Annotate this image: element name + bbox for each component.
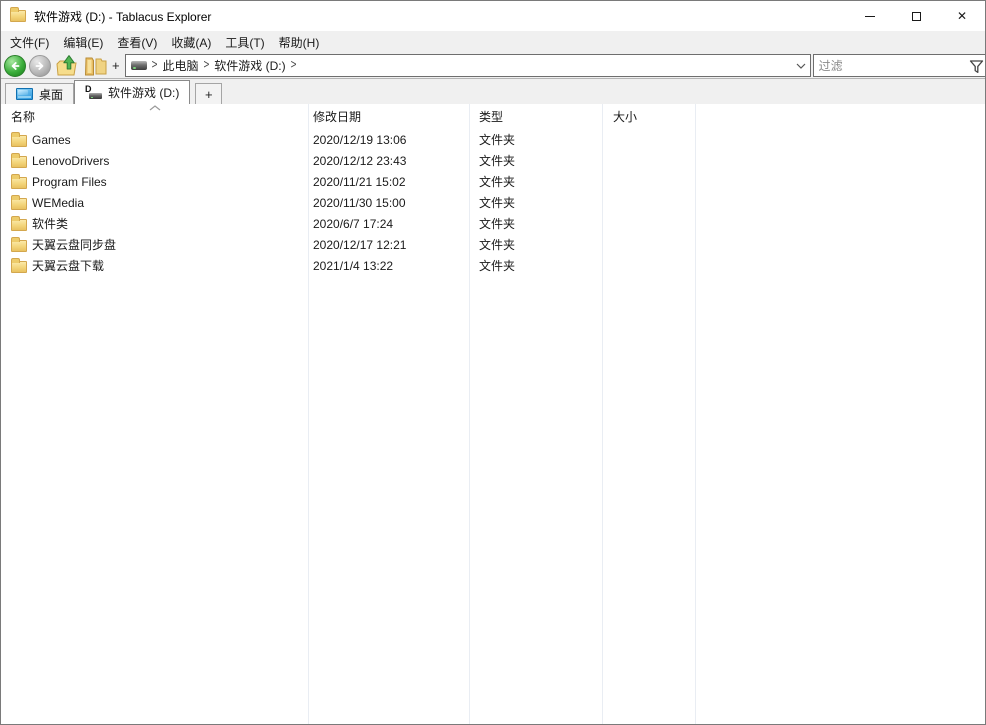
filter-funnel-icon	[969, 60, 984, 74]
filter-input[interactable]	[814, 55, 986, 76]
file-name-cell[interactable]: WEMedia	[11, 192, 84, 213]
column-header-size[interactable]: 大小	[613, 104, 637, 129]
file-type: 文件夹	[479, 192, 515, 213]
file-modified-date: 2020/12/17 12:21	[313, 234, 406, 255]
file-name: 天翼云盘下载	[32, 257, 104, 274]
file-rows: Games 2020/12/19 13:06 文件夹 LenovoDrivers…	[1, 129, 985, 276]
tab-desktop-label: 桌面	[39, 86, 63, 103]
menu-item-favorites[interactable]: 收藏(A)	[164, 31, 218, 54]
chevron-down-icon[interactable]	[796, 63, 806, 69]
toolbar-add-button[interactable]: +	[112, 58, 120, 73]
file-type: 文件夹	[479, 129, 515, 150]
arrow-left-icon	[8, 59, 22, 73]
file-modified-date: 2020/12/12 23:43	[313, 150, 406, 171]
breadcrumb-separator: >	[291, 59, 297, 73]
title-bar: 软件游戏 (D:) - Tablacus Explorer ✕	[1, 1, 985, 31]
folder-icon	[11, 261, 27, 273]
maximize-button[interactable]	[893, 1, 939, 31]
file-name: 天翼云盘同步盘	[32, 236, 116, 253]
arrow-right-icon	[33, 59, 47, 73]
folders-icon	[83, 55, 108, 77]
menu-item-file[interactable]: 文件(F)	[3, 31, 56, 54]
file-type: 文件夹	[479, 171, 515, 192]
breadcrumb-segment[interactable]: 软件游戏 (D:)	[214, 57, 285, 74]
breadcrumb-segment[interactable]: 此电脑	[162, 57, 198, 74]
menu-item-view[interactable]: 查看(V)	[110, 31, 164, 54]
up-folder-button[interactable]	[55, 54, 79, 77]
folder-icon	[11, 198, 27, 210]
back-button[interactable]	[4, 55, 26, 77]
file-name: WEMedia	[32, 196, 84, 210]
table-row[interactable]: Games 2020/12/19 13:06 文件夹	[1, 129, 985, 150]
folder-icon	[11, 135, 27, 147]
file-modified-date: 2021/1/4 13:22	[313, 255, 393, 276]
folders-button[interactable]	[83, 55, 108, 77]
address-bar[interactable]: > 此电脑 > 软件游戏 (D:) >	[125, 54, 811, 77]
menu-item-tools[interactable]: 工具(T)	[218, 31, 271, 54]
tab-drive-d[interactable]: D 软件游戏 (D:)	[74, 80, 190, 104]
file-modified-date: 2020/6/7 17:24	[313, 213, 393, 234]
breadcrumb: > 此电脑 > 软件游戏 (D:) >	[147, 57, 302, 74]
file-modified-date: 2020/11/30 15:00	[313, 192, 406, 213]
new-tab-button[interactable]: +	[195, 83, 222, 104]
breadcrumb-separator: >	[203, 59, 209, 73]
tab-bar: 桌面 D 软件游戏 (D:) +	[1, 79, 985, 104]
file-name: 软件类	[32, 215, 68, 232]
file-name-cell[interactable]: 天翼云盘下载	[11, 255, 104, 276]
table-row[interactable]: WEMedia 2020/11/30 15:00 文件夹	[1, 192, 985, 213]
file-list: 名称 修改日期 类型 大小 Games 2020/12/19 13:06 文件夹…	[1, 104, 985, 724]
folder-icon	[11, 240, 27, 252]
tablacus-explorer-window: 软件游戏 (D:) - Tablacus Explorer ✕ 文件(F)编辑(…	[0, 0, 986, 725]
file-type: 文件夹	[479, 150, 515, 171]
column-header-modified[interactable]: 修改日期	[313, 104, 361, 129]
minimize-icon	[865, 16, 875, 17]
column-headers: 名称 修改日期 类型 大小	[1, 104, 985, 129]
column-header-name[interactable]: 名称	[11, 104, 35, 129]
file-type: 文件夹	[479, 255, 515, 276]
menu-item-help[interactable]: 帮助(H)	[272, 31, 327, 54]
file-modified-date: 2020/12/19 13:06	[313, 129, 406, 150]
file-name-cell[interactable]: 软件类	[11, 213, 68, 234]
column-header-type[interactable]: 类型	[479, 104, 503, 129]
table-row[interactable]: Program Files 2020/11/21 15:02 文件夹	[1, 171, 985, 192]
table-row[interactable]: 软件类 2020/6/7 17:24 文件夹	[1, 213, 985, 234]
menu-bar: 文件(F)编辑(E)查看(V)收藏(A)工具(T)帮助(H)	[1, 31, 985, 53]
table-row[interactable]: 天翼云盘同步盘 2020/12/17 12:21 文件夹	[1, 234, 985, 255]
window-title: 软件游戏 (D:) - Tablacus Explorer	[34, 8, 211, 25]
breadcrumb-separator: >	[152, 59, 158, 73]
maximize-icon	[912, 12, 921, 21]
folder-icon	[11, 219, 27, 231]
window-controls: ✕	[847, 1, 985, 31]
tab-drive-d-label: 软件游戏 (D:)	[108, 84, 179, 101]
drive-d-icon: D	[85, 86, 102, 100]
tab-desktop[interactable]: 桌面	[5, 83, 74, 104]
file-modified-date: 2020/11/21 15:02	[313, 171, 406, 192]
drive-icon	[131, 61, 147, 70]
folder-up-icon	[55, 54, 79, 77]
minimize-button[interactable]	[847, 1, 893, 31]
folder-icon	[11, 177, 27, 189]
forward-button[interactable]	[29, 55, 51, 77]
window-folder-icon	[10, 7, 26, 25]
file-name-cell[interactable]: Games	[11, 129, 71, 150]
file-name: Program Files	[32, 175, 107, 189]
toolbar: + > 此电脑 > 软件游戏 (D:) >	[1, 53, 985, 79]
file-name-cell[interactable]: Program Files	[11, 171, 107, 192]
file-name: LenovoDrivers	[32, 154, 109, 168]
file-name-cell[interactable]: LenovoDrivers	[11, 150, 109, 171]
menu-item-edit[interactable]: 编辑(E)	[56, 31, 110, 54]
close-icon: ✕	[957, 10, 967, 22]
file-type: 文件夹	[479, 213, 515, 234]
folder-icon	[11, 156, 27, 168]
close-button[interactable]: ✕	[939, 1, 985, 31]
file-name-cell[interactable]: 天翼云盘同步盘	[11, 234, 116, 255]
filter-box	[813, 54, 986, 77]
file-name: Games	[32, 133, 71, 147]
file-type: 文件夹	[479, 234, 515, 255]
table-row[interactable]: LenovoDrivers 2020/12/12 23:43 文件夹	[1, 150, 985, 171]
table-row[interactable]: 天翼云盘下载 2021/1/4 13:22 文件夹	[1, 255, 985, 276]
desktop-icon	[16, 88, 33, 100]
